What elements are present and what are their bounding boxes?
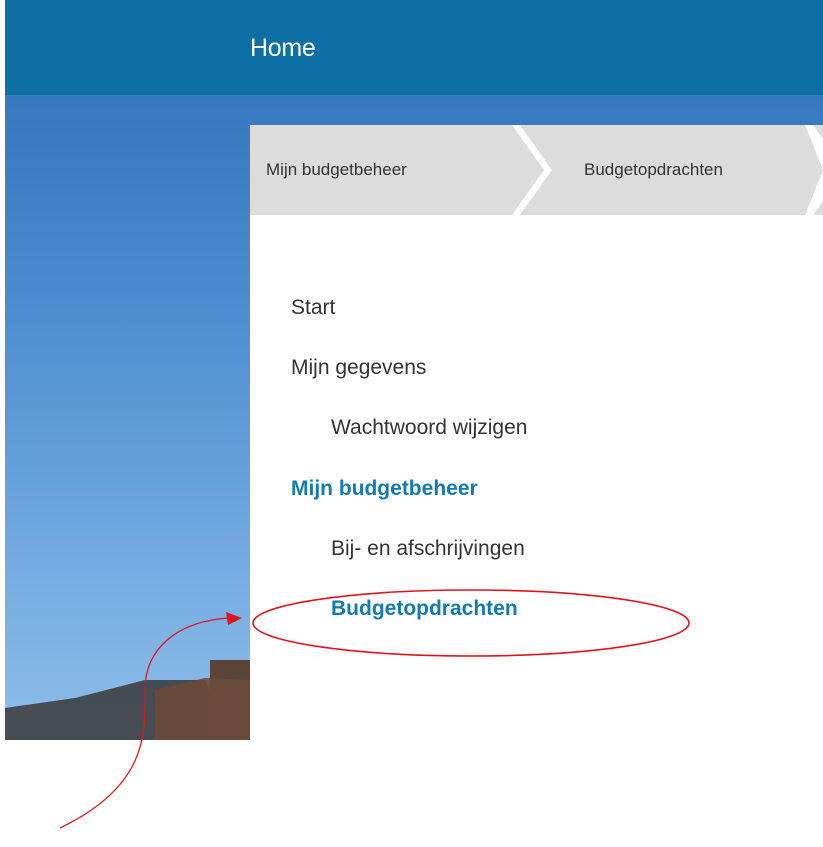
nav-item-bij-en-afschrijvingen[interactable]: Bij- en afschrijvingen bbox=[331, 537, 525, 561]
nav-item-start[interactable]: Start bbox=[291, 296, 335, 320]
breadcrumb-item-budgetopdrachten[interactable]: Budgetopdrachten bbox=[584, 125, 723, 215]
app-window: Home Mijn budgetbeheer Budgetopdrachten … bbox=[5, 0, 823, 740]
breadcrumb-separator-icon bbox=[512, 125, 552, 215]
page-title[interactable]: Home bbox=[250, 34, 316, 63]
nav-item-wachtwoord-wijzigen[interactable]: Wachtwoord wijzigen bbox=[331, 416, 527, 440]
nav-item-budgetopdrachten[interactable]: Budgetopdrachten bbox=[331, 597, 518, 621]
nav-item-mijn-gegevens[interactable]: Mijn gegevens bbox=[291, 356, 426, 380]
breadcrumb: Mijn budgetbeheer Budgetopdrachten bbox=[250, 125, 823, 215]
content-panel: Mijn budgetbeheer Budgetopdrachten Start… bbox=[250, 125, 823, 740]
header-bar: Home bbox=[5, 0, 823, 95]
breadcrumb-item-mijn-budgetbeheer[interactable]: Mijn budgetbeheer bbox=[266, 125, 407, 215]
breadcrumb-separator-icon bbox=[805, 125, 823, 215]
nav-item-mijn-budgetbeheer[interactable]: Mijn budgetbeheer bbox=[291, 477, 478, 501]
